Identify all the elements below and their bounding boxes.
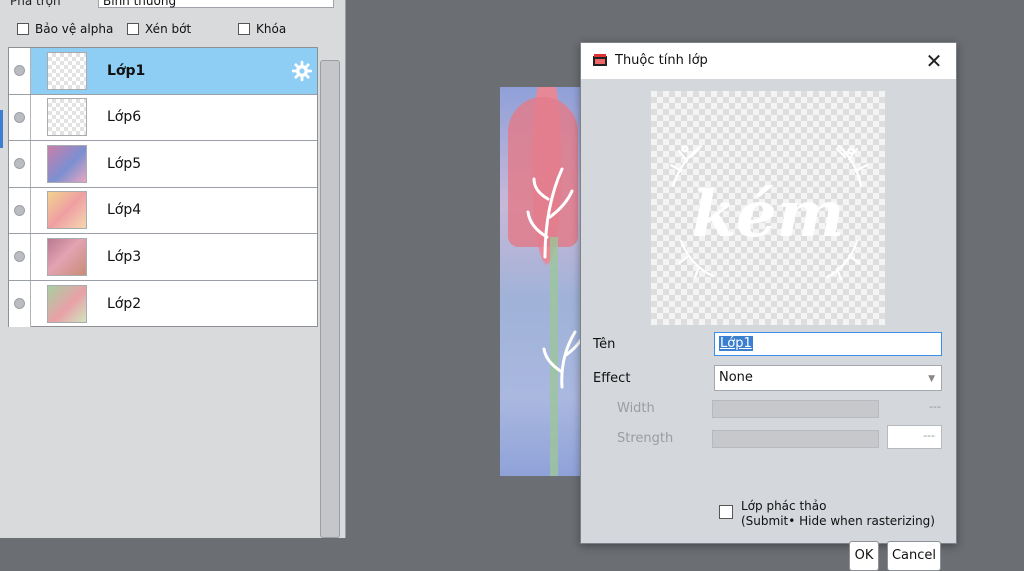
sketch-layer-text: Lớp phác thảo (Submit• Hide when rasteri… — [741, 499, 935, 529]
layer-panel-scrollbar[interactable] — [320, 60, 340, 538]
eye-dot-icon — [14, 251, 25, 263]
layer-name: Lớp1 — [107, 62, 146, 79]
leaf-doodles — [526, 167, 585, 389]
visibility-toggle[interactable] — [9, 94, 31, 140]
strength-label: Strength — [617, 431, 674, 446]
width-slider — [712, 400, 879, 418]
gear-icon[interactable] — [291, 60, 313, 82]
layer-thumbnail — [47, 51, 87, 90]
layer-thumbnail — [47, 144, 87, 183]
layer-row-lop2[interactable]: Lớp2 — [9, 280, 317, 327]
name-label: Tên — [593, 337, 616, 352]
width-label: Width — [617, 401, 655, 416]
checkbox-box[interactable] — [238, 23, 250, 35]
layer-preview: kém — [651, 91, 885, 325]
clipping-label: Xén bớt — [145, 22, 192, 36]
lock-checkbox[interactable]: Khóa — [238, 22, 286, 36]
blend-mode-select[interactable]: Bình thường — [98, 0, 334, 8]
blend-mode-row: Pha trộn Bình thường — [0, 0, 345, 12]
layer-name: Lớp3 — [107, 248, 142, 265]
layer-thumbnail — [47, 191, 87, 230]
layer-list: Lớp1 Lớp6 Lớp5 Lớp4 Lớp3 Lớp2 — [8, 47, 318, 327]
layer-thumbnail — [47, 237, 87, 276]
layer-name: Lớp2 — [107, 295, 142, 312]
checkbox-box[interactable] — [17, 23, 29, 35]
app-icon — [593, 54, 607, 66]
protect-alpha-checkbox[interactable]: Bảo vệ alpha — [17, 22, 113, 36]
layer-options: Bảo vệ alpha Xén bớt Khóa — [0, 22, 345, 42]
layer-row-lop5[interactable]: Lớp5 — [9, 141, 317, 188]
lock-label: Khóa — [256, 22, 287, 36]
eye-dot-icon — [14, 111, 25, 123]
layer-name: Lớp5 — [107, 155, 142, 172]
eye-dot-icon — [14, 204, 25, 216]
eye-dot-icon — [14, 65, 25, 77]
effect-label: Effect — [593, 371, 631, 386]
preview-text: kém — [692, 177, 845, 252]
layer-name: Lớp6 — [107, 109, 142, 126]
dialog-title: Thuộc tính lớp — [615, 53, 708, 68]
effect-value: None — [719, 370, 753, 385]
strength-value-box: --- — [887, 425, 942, 449]
visibility-toggle[interactable] — [9, 234, 31, 280]
sketch-layer-checkbox[interactable]: Lớp phác thảo (Submit• Hide when rasteri… — [719, 499, 935, 529]
preview-artwork: kém — [669, 144, 869, 281]
layer-thumbnail — [47, 284, 87, 323]
visibility-toggle[interactable] — [9, 280, 31, 327]
layer-name-selection: Lớp1 — [719, 336, 753, 351]
eye-dot-icon — [14, 158, 25, 170]
layer-panel: Pha trộn Bình thường Bảo vệ alpha Xén bớ… — [0, 0, 346, 538]
canvas-artwork[interactable] — [500, 87, 585, 476]
chevron-down-icon: ▼ — [928, 374, 935, 384]
visibility-toggle[interactable] — [9, 48, 31, 94]
layer-properties-dialog: Thuộc tính lớp ✕ kém Tên Lớp1 Effect Non… — [580, 42, 957, 571]
ok-button[interactable]: OK — [849, 541, 879, 571]
checkbox-box[interactable] — [719, 505, 733, 519]
close-icon[interactable]: ✕ — [922, 49, 946, 73]
panel-accent — [0, 110, 3, 148]
protect-alpha-label: Bảo vệ alpha — [35, 22, 114, 36]
cancel-button[interactable]: Cancel — [887, 541, 941, 571]
layer-row-lop6[interactable]: Lớp6 — [9, 94, 317, 141]
blend-mode-label: Pha trộn — [10, 0, 61, 8]
layer-row-lop3[interactable]: Lớp3 — [9, 234, 317, 281]
dialog-titlebar[interactable]: Thuộc tính lớp ✕ — [581, 43, 956, 79]
width-value: --- — [929, 400, 941, 413]
sketch-sublabel: (Submit• Hide when rasterizing) — [741, 514, 935, 528]
dialog-body: kém Tên Lớp1 Effect None ▼ Width --- Str… — [581, 79, 956, 571]
layer-row-lop1[interactable]: Lớp1 — [9, 48, 317, 95]
checkbox-box[interactable] — [127, 23, 139, 35]
effect-select[interactable]: None ▼ — [714, 365, 942, 391]
visibility-toggle[interactable] — [9, 141, 31, 187]
layer-name-input[interactable]: Lớp1 — [714, 332, 942, 356]
layer-thumbnail — [47, 98, 87, 137]
visibility-toggle[interactable] — [9, 187, 31, 233]
clipping-checkbox[interactable]: Xén bớt — [127, 22, 191, 36]
eye-dot-icon — [14, 298, 25, 310]
layer-row-lop4[interactable]: Lớp4 — [9, 187, 317, 234]
layer-name: Lớp4 — [107, 202, 142, 219]
sketch-label: Lớp phác thảo — [741, 499, 827, 513]
strength-slider — [712, 430, 879, 448]
